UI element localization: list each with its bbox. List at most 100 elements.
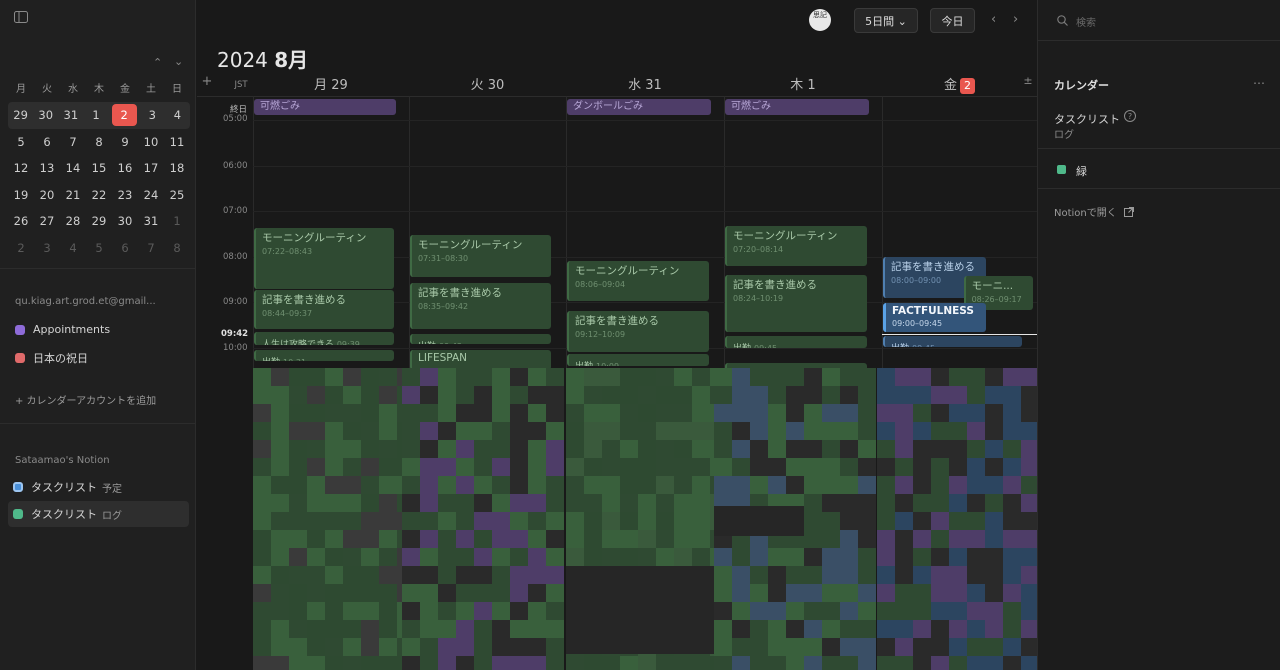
today-button[interactable]: 今日 — [930, 8, 975, 33]
calendar-event[interactable]: 出勤10:31 — [254, 349, 394, 362]
mini-calendar-day[interactable]: 7 — [138, 237, 164, 259]
mini-calendar-day[interactable]: 24 — [138, 184, 164, 206]
calendar-event[interactable]: 人生は攻略できる 09:39 — [254, 331, 394, 346]
calendar-event[interactable]: モーニングルーティン 07:22–08:43 — [254, 227, 394, 290]
mini-calendar-day[interactable]: 17 — [138, 157, 164, 179]
next-icon[interactable]: › — [1013, 12, 1018, 27]
mini-calendar-day[interactable]: 12 — [8, 157, 34, 179]
calendar-event[interactable]: 記事を書き進める 08:24–10:19 — [725, 274, 867, 333]
censored-pixel — [528, 620, 546, 638]
mini-calendar-day[interactable]: 2 — [111, 104, 137, 127]
help-icon[interactable]: ? — [1124, 110, 1136, 122]
censored-pixel — [822, 548, 840, 566]
censored-pixel — [492, 530, 510, 548]
mini-calendar-day[interactable]: 1 — [164, 210, 190, 232]
day-header[interactable]: 火 30 — [409, 74, 566, 93]
mini-calendar-day[interactable]: 29 — [86, 210, 112, 232]
mini-calendar-day[interactable]: 4 — [165, 104, 190, 126]
sidebar-toggle-icon[interactable] — [14, 11, 28, 23]
day-header[interactable]: 月 29 — [253, 74, 409, 93]
mini-calendar-day[interactable]: 1 — [83, 104, 108, 126]
calendar-event[interactable]: 出勤09:42 — [410, 333, 551, 344]
mini-calendar-day[interactable]: 18 — [164, 157, 190, 179]
calendar-event[interactable]: モーニングルーティン 08:06–09:04 — [567, 261, 709, 302]
allday-event[interactable]: 可燃ごみ — [254, 99, 396, 115]
mini-calendar-day[interactable]: 6 — [112, 237, 138, 259]
day-header[interactable]: 水 31 — [566, 74, 724, 93]
search-input[interactable]: 検索 — [1076, 14, 1096, 29]
day-header[interactable]: 金2 — [882, 74, 1037, 94]
mini-calendar-day[interactable]: 31 — [138, 210, 164, 232]
mini-calendar-day[interactable]: 8 — [86, 131, 112, 153]
mini-calendar-day[interactable]: 2 — [8, 237, 34, 259]
mini-calendar-day[interactable]: 10 — [138, 131, 164, 153]
mini-calendar-day[interactable]: 31 — [58, 104, 83, 126]
mini-calendar-day[interactable]: 25 — [164, 184, 190, 206]
mini-calendar-day[interactable]: 16 — [112, 157, 138, 179]
mini-calendar-day[interactable]: 20 — [34, 184, 60, 206]
mini-calendar-day[interactable]: 15 — [86, 157, 112, 179]
censored-pixel — [638, 548, 656, 566]
mini-calendar-day[interactable]: 6 — [34, 131, 60, 153]
color-label[interactable]: 緑 — [1076, 163, 1087, 179]
mini-calendar-day[interactable]: 19 — [8, 184, 34, 206]
calendar-event[interactable]: モーニングルーティン 07:20–08:14 — [725, 226, 867, 266]
mini-calendar-day[interactable]: 9 — [112, 131, 138, 153]
mini-calendar-day[interactable]: 28 — [60, 210, 86, 232]
mini-calendar-day[interactable]: 11 — [164, 131, 190, 153]
mini-calendar-day[interactable]: 7 — [60, 131, 86, 153]
censored-pixel — [402, 512, 420, 530]
calendar-event[interactable]: 記事を書き進める 08:35–09:42 — [410, 282, 551, 330]
notion-database-item[interactable]: タスクリスト ログ — [8, 501, 189, 527]
censored-pixel — [804, 620, 822, 638]
censored-pixel — [822, 530, 840, 548]
mini-calendar-day[interactable]: 22 — [86, 184, 112, 206]
mini-calendar-day[interactable]: 5 — [8, 131, 34, 153]
censored-pixel — [420, 422, 438, 440]
allday-event[interactable]: ダンボールごみ — [567, 99, 711, 115]
censored-pixel — [361, 458, 379, 476]
mini-calendar-day[interactable]: 23 — [112, 184, 138, 206]
mini-calendar-day[interactable]: 13 — [34, 157, 60, 179]
censored-pixel — [343, 386, 361, 404]
calendar-event[interactable]: FACTFULNESS 09:00–09:45 — [883, 303, 987, 332]
color-swatch[interactable] — [1057, 165, 1066, 174]
mini-calendar-day[interactable]: 21 — [60, 184, 86, 206]
mini-calendar-day[interactable]: 30 — [33, 104, 58, 126]
calendar-item[interactable]: 日本の祝日 — [15, 350, 88, 366]
calendar-event[interactable]: 出勤10:09 — [567, 354, 709, 366]
mini-calendar-day[interactable]: 26 — [8, 210, 34, 232]
mini-calendar-day[interactable]: 27 — [34, 210, 60, 232]
calendar-item[interactable]: Appointments — [15, 323, 110, 336]
avatar[interactable]: 思記 — [809, 9, 831, 31]
mini-prev-month-icon[interactable]: ⌃ — [153, 56, 162, 69]
expand-icon[interactable]: ± — [1023, 74, 1033, 92]
calendar-event[interactable]: 出勤09:45 — [725, 336, 867, 348]
allday-event[interactable]: 可燃ごみ — [725, 99, 869, 115]
mini-calendar-day[interactable]: 29 — [8, 104, 33, 126]
calendar-event[interactable]: 記事を書き進める 09:12–10:09 — [567, 311, 709, 353]
calendar-event[interactable]: モーニングルーティン 07:31–08:30 — [410, 234, 551, 277]
prev-icon[interactable]: ‹ — [991, 12, 996, 27]
notion-database-item[interactable]: タスクリスト 予定 — [8, 474, 189, 500]
censored-pixel — [804, 440, 822, 458]
mini-calendar-day[interactable]: 14 — [60, 157, 86, 179]
censored-pixel — [732, 386, 750, 404]
calendar-event[interactable]: 出勤09:45 — [883, 336, 1022, 347]
view-range-button[interactable]: 5日間 ⌄ — [854, 8, 918, 33]
more-icon[interactable]: … — [1253, 73, 1265, 87]
mini-calendar-day[interactable]: 5 — [86, 237, 112, 259]
mini-calendar-day[interactable]: 3 — [34, 237, 60, 259]
mini-calendar-day[interactable]: 30 — [112, 210, 138, 232]
day-header[interactable]: 木 1 — [724, 74, 882, 93]
add-icon[interactable]: + — [201, 74, 213, 92]
add-calendar-account-button[interactable]: + カレンダーアカウントを追加 — [15, 392, 156, 407]
mini-next-month-icon[interactable]: ⌄ — [174, 55, 183, 68]
mini-calendar-day[interactable]: 3 — [140, 104, 165, 126]
open-in-notion-link[interactable]: Notionで開く — [1054, 204, 1134, 219]
censored-pixel — [528, 440, 546, 458]
censored-pixel — [931, 458, 949, 476]
mini-calendar-day[interactable]: 4 — [60, 237, 86, 259]
mini-calendar-day[interactable]: 8 — [164, 237, 190, 259]
calendar-event[interactable]: 記事を書き進める 08:44–09:37 — [254, 289, 394, 330]
